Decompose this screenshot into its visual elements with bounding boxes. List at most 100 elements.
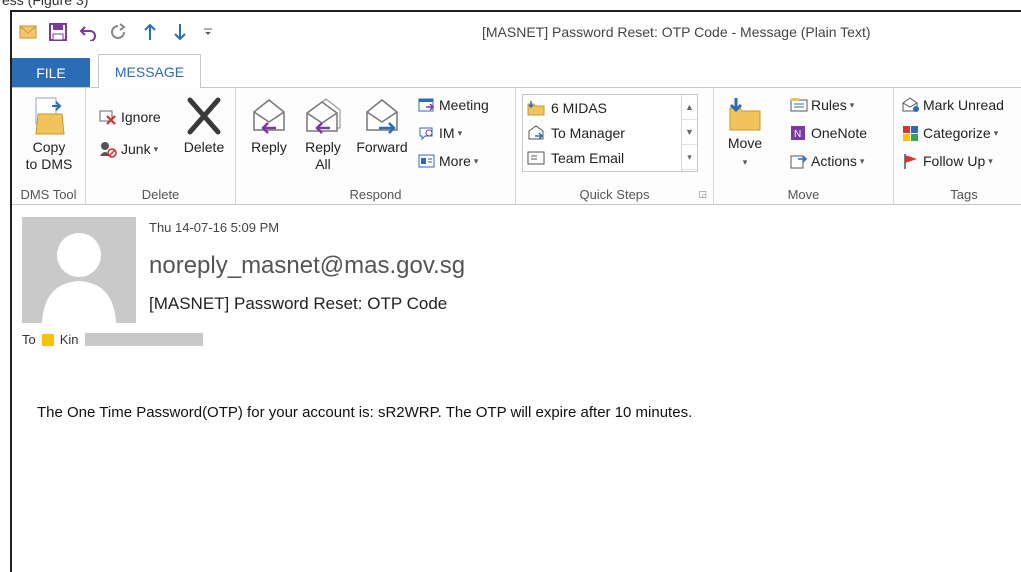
redo-icon[interactable] [108, 22, 128, 42]
next-item-arrow-icon[interactable] [170, 22, 190, 42]
group-label-move: Move [787, 187, 820, 202]
quick-step-6-midas[interactable]: 6 MIDAS [527, 100, 607, 116]
more-dropdown-caret: ▾ [473, 155, 479, 166]
quick-step-label: Team Email [551, 150, 625, 166]
more-respond-button[interactable]: More ▾ [418, 150, 478, 172]
forward-mail-icon [528, 125, 544, 140]
quick-step-to-manager[interactable]: To Manager [527, 125, 625, 141]
quick-step-label: 6 MIDAS [551, 100, 608, 116]
im-button[interactable]: IM ▾ [418, 122, 462, 144]
message-subject: [MASNET] Password Reset: OTP Code [149, 294, 448, 313]
ribbon: Copy to DMS DMS Tool Ignore Junk ▾ Delete… [12, 87, 1021, 205]
im-icon [419, 127, 433, 141]
redacted-recipient [84, 333, 203, 346]
categorize-button[interactable]: Categorize ▾ [902, 122, 998, 144]
sender-avatar [22, 217, 136, 323]
reply-button[interactable]: Reply [244, 96, 294, 156]
meeting-button[interactable]: Meeting [418, 94, 489, 116]
dialog-launcher-icon[interactable]: ◲ [698, 189, 707, 200]
save-icon[interactable] [48, 22, 68, 42]
recipient-line: To Kin [22, 332, 203, 347]
move-folder-icon [729, 98, 761, 131]
message-body: The One Time Password(OTP) for your acco… [37, 404, 693, 421]
group-dms-tool: Copy to DMS DMS Tool [12, 88, 86, 204]
forward-label: Forward [356, 139, 408, 155]
move-button[interactable]: Move ▾ [720, 96, 770, 171]
categorize-icon [903, 126, 918, 141]
reply-all-icon [306, 98, 341, 134]
svg-text:N: N [794, 129, 801, 140]
recipient-name[interactable]: Kin [60, 332, 79, 347]
reply-all-button[interactable]: Reply All [298, 96, 348, 173]
delete-label: Delete [183, 139, 225, 155]
folder-arrow-icon [527, 101, 545, 116]
undo-icon[interactable] [78, 22, 98, 42]
scroll-down-icon[interactable]: ▼ [682, 120, 697, 145]
tab-file[interactable]: FILE [12, 58, 90, 88]
caption-text: ess (Figure 3) [2, 0, 89, 8]
mark-unread-label: Mark Unread [923, 97, 1004, 113]
message-sender[interactable]: noreply_masnet@mas.gov.sg [149, 252, 465, 280]
group-label-tags: Tags [950, 187, 978, 202]
delete-x-icon [187, 97, 221, 135]
junk-button[interactable]: Junk ▾ [98, 138, 158, 160]
customize-toolbar-icon[interactable] [198, 22, 218, 42]
quick-step-label: To Manager [551, 125, 625, 141]
follow-up-flag-icon [904, 154, 917, 169]
document-caption: ess (Figure 3) [0, 0, 1021, 10]
quick-step-team-email[interactable]: Team Email [527, 150, 624, 166]
junk-label: Junk [121, 141, 151, 157]
mark-unread-icon [902, 97, 919, 112]
copy-label-line2: to DMS [25, 156, 73, 172]
expand-gallery-icon[interactable]: ▾ [682, 145, 697, 170]
group-tags: Mark Unread Categorize ▾ Follow Up ▾ Tags [894, 88, 1021, 204]
group-label-respond: Respond [349, 187, 402, 202]
junk-dropdown-caret: ▾ [153, 143, 159, 154]
mail-icon [18, 22, 38, 42]
window-title: [MASNET] Password Reset: OTP Code - Mess… [482, 24, 871, 40]
previous-item-arrow-icon[interactable] [140, 22, 160, 42]
reply-all-label-line1: Reply [305, 139, 341, 155]
group-move: Move ▾ Rules ▾ N OneNote Actions ▾ Move [714, 88, 894, 204]
onenote-button[interactable]: N OneNote [790, 122, 867, 144]
meeting-label: Meeting [439, 97, 489, 113]
title-bar: [MASNET] Password Reset: OTP Code - Mess… [12, 12, 1021, 52]
mark-unread-button[interactable]: Mark Unread [902, 94, 1004, 116]
actions-button[interactable]: Actions ▾ [790, 150, 864, 172]
group-delete: Ignore Junk ▾ Delete Delete [86, 88, 236, 204]
rules-icon [790, 98, 808, 112]
reply-all-label-line2: All [315, 156, 331, 172]
ignore-icon [99, 110, 116, 125]
category-color-icon [41, 333, 54, 346]
im-dropdown-caret: ▾ [457, 127, 463, 138]
forward-icon [366, 99, 398, 134]
quick-steps-scrollbar[interactable]: ▲ ▼ ▾ [681, 95, 697, 171]
actions-dropdown-caret: ▾ [859, 155, 865, 166]
scroll-up-icon[interactable]: ▲ [682, 95, 697, 120]
ignore-button[interactable]: Ignore [98, 106, 161, 128]
rules-label: Rules [811, 97, 847, 113]
move-dropdown-caret: ▾ [742, 157, 748, 167]
junk-icon [100, 142, 117, 158]
quick-steps-gallery: 6 MIDAS To Manager Team Email ▲ ▼ ▾ [522, 94, 698, 172]
actions-label: Actions [811, 153, 857, 169]
categorize-dropdown-caret: ▾ [993, 127, 999, 138]
copy-to-dms-button[interactable]: Copy to DMS [16, 96, 82, 173]
rules-button[interactable]: Rules ▾ [790, 94, 854, 116]
tab-message[interactable]: MESSAGE [98, 54, 201, 88]
follow-up-button[interactable]: Follow Up ▾ [902, 150, 993, 172]
ribbon-tabs: FILE MESSAGE [12, 52, 1021, 88]
forward-button[interactable]: Forward [352, 96, 412, 156]
rules-dropdown-caret: ▾ [849, 99, 855, 110]
reply-label: Reply [251, 139, 287, 155]
onenote-label: OneNote [811, 125, 868, 141]
group-label-delete: Delete [141, 187, 180, 202]
follow-up-label: Follow Up [923, 153, 986, 169]
im-label: IM [439, 125, 455, 141]
outlook-message-window: [MASNET] Password Reset: OTP Code - Mess… [10, 10, 1021, 572]
copy-to-dms-icon [35, 97, 65, 135]
onenote-icon: N [791, 126, 805, 140]
group-label-quick-steps: Quick Steps [579, 187, 650, 202]
delete-button[interactable]: Delete [178, 96, 230, 156]
follow-up-dropdown-caret: ▾ [988, 155, 993, 166]
